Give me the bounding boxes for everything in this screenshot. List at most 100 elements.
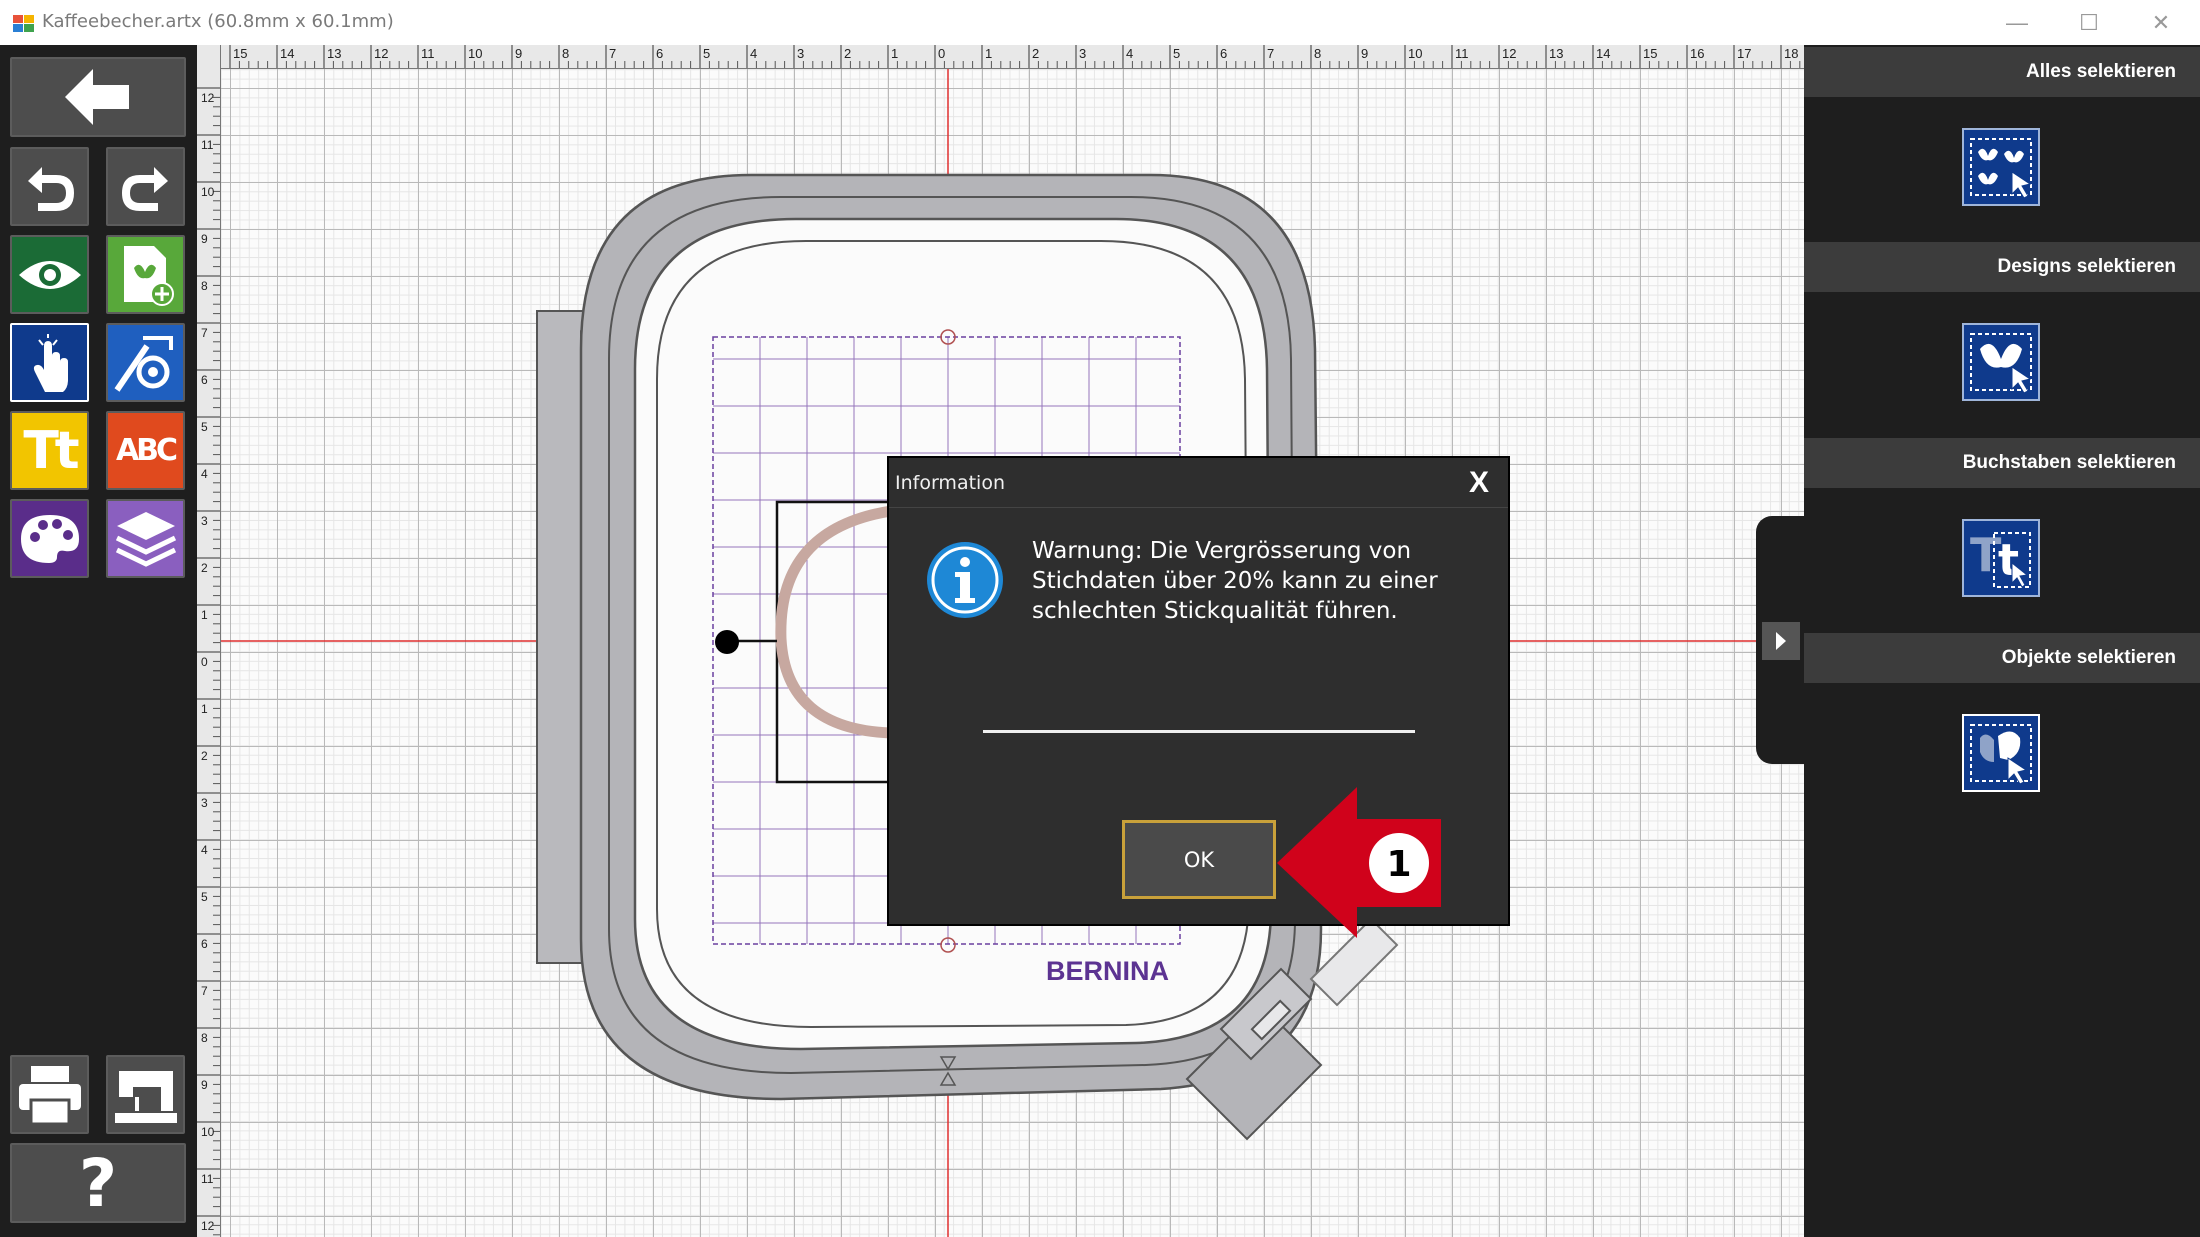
help-icon: ? — [78, 1144, 118, 1222]
ruler-label: 11 — [421, 46, 435, 61]
dialog-close-button[interactable]: X — [1469, 466, 1489, 500]
ruler-label: 5 — [703, 46, 710, 61]
ruler-label: 8 — [1314, 46, 1321, 61]
edit-design-button[interactable] — [106, 323, 185, 402]
redo-icon — [121, 166, 168, 211]
layers-button[interactable] — [106, 499, 185, 578]
ruler-label: 4 — [201, 467, 208, 481]
back-button[interactable] — [10, 57, 186, 137]
ruler-label: 5 — [201, 420, 208, 434]
select-all-button[interactable] — [1962, 128, 2040, 206]
select-designs-button[interactable] — [1962, 323, 2040, 401]
design-edit-icon — [114, 335, 173, 392]
ruler-label: 11 — [1455, 46, 1469, 61]
dialog-titlebar: Information X — [889, 458, 1508, 508]
text-icon: Tt — [23, 420, 79, 481]
printer-icon — [18, 1065, 81, 1125]
ruler-label: 2 — [1032, 46, 1039, 61]
ruler-label: 6 — [656, 46, 663, 61]
print-button[interactable] — [10, 1055, 89, 1134]
ruler-label: 17 — [1737, 46, 1751, 61]
ruler-label: 10 — [201, 185, 215, 199]
ruler-label: 7 — [1267, 46, 1274, 61]
sewing-machine-icon — [114, 1070, 177, 1123]
select-designs-icon — [1970, 333, 2032, 393]
monogram-icon: ABC — [115, 433, 178, 468]
ruler-label: 11 — [201, 1172, 214, 1186]
ruler-label: 3 — [797, 46, 804, 61]
title-bar: Kaffeebecher.artx (60.8mm x 60.1mm) — ☐ … — [0, 0, 2200, 45]
ruler-label: 13 — [327, 46, 341, 61]
ruler-label: 13 — [1549, 46, 1563, 61]
ruler-label: 16 — [1690, 46, 1704, 61]
select-objects-header: Objekte selektieren — [1804, 633, 2200, 683]
select-letters-header: Buchstaben selektieren — [1804, 438, 2200, 488]
left-toolbar: Tt ABC ? — [0, 45, 197, 1237]
window-title: Kaffeebecher.artx (60.8mm x 60.1mm) — [42, 11, 394, 32]
ruler-label: 10 — [201, 1125, 215, 1139]
ruler-label: 4 — [1126, 46, 1133, 61]
redo-button[interactable] — [106, 147, 185, 226]
ruler-label: 12 — [201, 1219, 215, 1233]
ruler-label: 12 — [374, 46, 388, 61]
add-design-icon — [123, 245, 174, 306]
ruler-label: 8 — [562, 46, 569, 61]
ruler-label: 3 — [201, 796, 208, 810]
select-all-icon — [1970, 138, 2032, 198]
help-button[interactable]: ? — [10, 1143, 186, 1223]
ok-button[interactable]: OK — [1122, 820, 1276, 899]
undo-button[interactable] — [10, 147, 89, 226]
add-design-button[interactable] — [106, 235, 185, 314]
preview-button[interactable] — [10, 235, 89, 314]
horizontal-ruler: 15 14 13 12 11 10 9 8 7 6 5 4 3 2 1 0 1 2 3 4 5 6 7 8 9 10 11 12 13 1… — [221, 45, 1804, 69]
ruler-label: 8 — [201, 279, 208, 293]
dialog-title: Information — [895, 472, 1005, 494]
select-all-header: Alles selektieren — [1804, 47, 2200, 97]
ruler-label: 5 — [201, 890, 208, 904]
info-icon — [927, 542, 1003, 618]
collapse-panel-button[interactable] — [1762, 622, 1800, 660]
ruler-label: 1 — [201, 608, 208, 622]
chevron-right-icon — [1776, 632, 1786, 650]
ruler-label: 4 — [750, 46, 757, 61]
ruler-label: 0 — [201, 655, 208, 669]
hand-pointer-icon — [33, 333, 68, 392]
ruler-label: 9 — [515, 46, 522, 61]
dialog-message: Warnung: Die Vergrösserung von Stichdate… — [1032, 538, 1438, 624]
layers-icon — [115, 511, 176, 567]
undo-icon — [27, 166, 74, 211]
palette-icon — [20, 514, 79, 563]
text-button[interactable]: Tt — [10, 411, 89, 490]
dialog-progress-line — [983, 730, 1415, 733]
ruler-label: 1 — [891, 46, 898, 61]
select-letters-button[interactable]: Tt — [1962, 519, 2040, 597]
maximize-button[interactable]: ☐ — [2054, 0, 2124, 45]
ruler-label: 7 — [201, 984, 208, 998]
send-to-machine-button[interactable] — [106, 1055, 185, 1134]
select-button[interactable] — [10, 323, 89, 402]
monogram-button[interactable]: ABC — [106, 411, 185, 490]
selection-panel: Alles selektieren Designs selektieren Bu… — [1804, 45, 2200, 1237]
ruler-label: 5 — [1173, 46, 1180, 61]
minimize-button[interactable]: — — [1982, 0, 2052, 45]
callout-arrow: 1 — [1277, 787, 1441, 938]
ruler-label: 3 — [201, 514, 208, 528]
back-arrow-icon — [65, 69, 129, 125]
ruler-label: 15 — [233, 46, 247, 61]
vertical-ruler: 12 11 10 9 8 7 6 5 4 3 2 1 0 1 2 3 4 5 6 7 8 9 10 11 12 — [197, 45, 221, 1237]
eye-icon — [18, 260, 81, 289]
ruler-label: 9 — [201, 1078, 208, 1092]
hoop-brand-label: BERNINA — [1046, 956, 1169, 986]
close-window-button[interactable]: ✕ — [2126, 0, 2196, 45]
ruler-label: 18 — [1784, 46, 1798, 61]
ruler-label: 0 — [938, 46, 945, 61]
ruler-label: 8 — [201, 1031, 208, 1045]
colors-button[interactable] — [10, 499, 89, 578]
ruler-label: 10 — [1408, 46, 1422, 61]
ruler-label: 6 — [1220, 46, 1227, 61]
ruler-label: 4 — [201, 843, 208, 857]
ruler-label: 3 — [1079, 46, 1086, 61]
ruler-label: 12 — [201, 91, 215, 105]
select-objects-button[interactable] — [1962, 714, 2040, 792]
ruler-label: 7 — [201, 326, 208, 340]
